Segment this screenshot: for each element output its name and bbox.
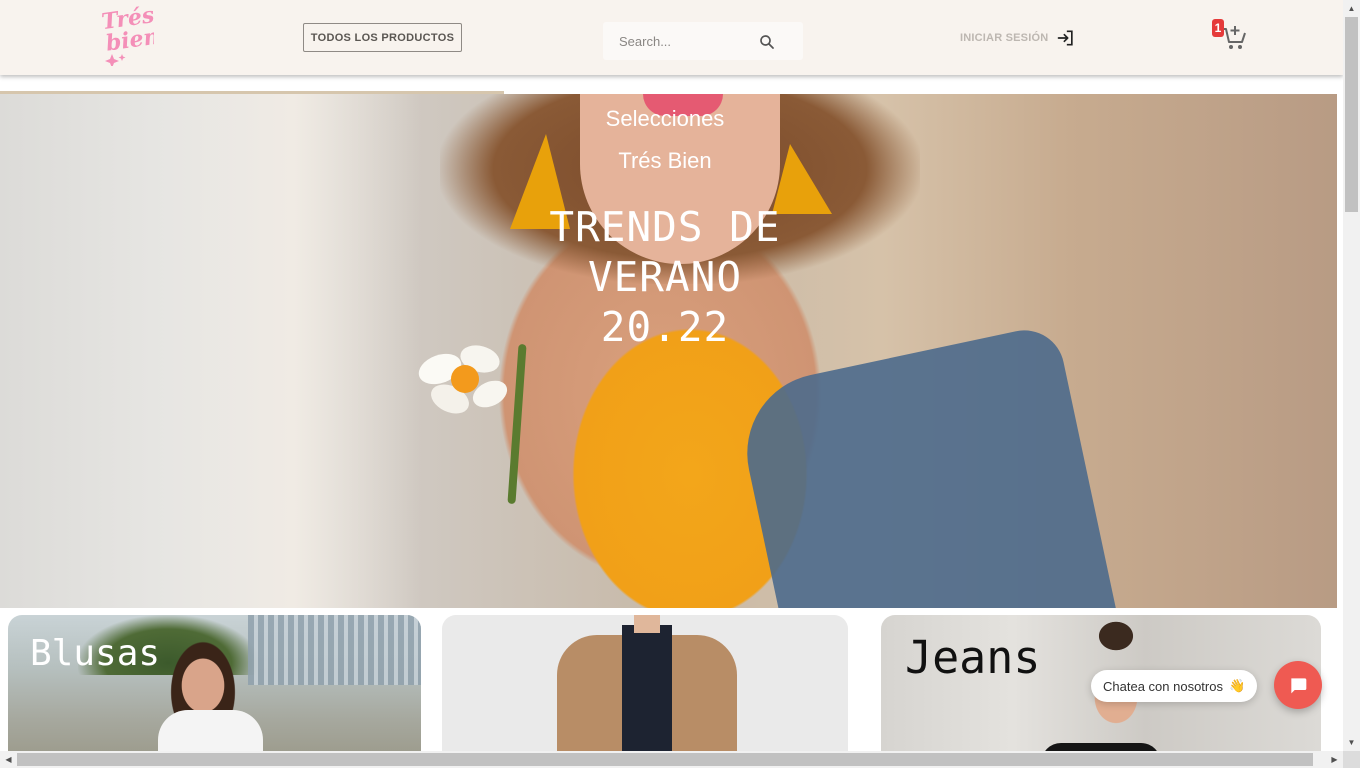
vertical-scrollbar[interactable]: ▲ ▼ <box>1343 0 1360 751</box>
hero-title-line-1: TRENDS DE <box>549 203 781 251</box>
hero-title: TRENDS DE VERANO 20.22 <box>0 202 1330 352</box>
chat-bubble-icon <box>1291 678 1307 694</box>
hero-subtitle-selecciones: Selecciones <box>605 106 725 131</box>
login-arrow-icon <box>1058 30 1074 46</box>
chat-invite-bubble[interactable]: Chatea con nosotros 👋 <box>1091 670 1258 702</box>
hero-title-line-2: VERANO <box>587 253 743 301</box>
search-input[interactable] <box>603 22 753 60</box>
scrollbar-corner <box>1343 751 1360 768</box>
chat-invite-text: Chatea con nosotros <box>1103 678 1223 694</box>
card-image-building <box>248 615 421 685</box>
scroll-left-arrow-icon[interactable]: ◀ <box>0 751 17 768</box>
card-image-neck <box>634 615 660 633</box>
login-link[interactable]: INICIAR SESIÓN <box>960 27 1076 49</box>
login-label: INICIAR SESIÓN <box>960 32 1049 44</box>
hero-subtitle-brand: Trés Bien <box>618 148 712 173</box>
search-icon[interactable] <box>758 33 776 51</box>
horizontal-scroll-thumb[interactable] <box>17 753 1313 766</box>
waving-hand-icon: 👋 <box>1228 678 1246 693</box>
scroll-right-arrow-icon[interactable]: ▶ <box>1326 751 1343 768</box>
site-header: Trés bien TODOS LOS PRODUCTOS INICIAR SE… <box>0 0 1343 75</box>
hero-title-line-3: 20.22 <box>600 303 730 351</box>
hero-denim-jacket <box>732 322 1118 608</box>
category-label: Jeans <box>905 631 1041 684</box>
vertical-scroll-thumb[interactable] <box>1345 17 1358 212</box>
category-card-coats[interactable] <box>442 615 848 765</box>
brand-logo[interactable]: Trés bien <box>98 2 154 66</box>
horizontal-scrollbar[interactable]: ◀ ▶ <box>0 751 1343 768</box>
chat-open-button[interactable] <box>1274 661 1322 709</box>
card-image-sweater <box>622 625 672 765</box>
category-label: Blusas <box>30 633 161 674</box>
page: Trés bien TODOS LOS PRODUCTOS INICIAR SE… <box>0 0 1360 768</box>
cart-count-badge: 1 <box>1212 19 1224 37</box>
category-card-blusas[interactable]: Blusas <box>8 615 421 765</box>
scroll-down-arrow-icon[interactable]: ▼ <box>1343 734 1360 751</box>
cart-plus-icon[interactable] <box>1220 22 1248 52</box>
scroll-up-arrow-icon[interactable]: ▲ <box>1343 0 1360 17</box>
all-products-button[interactable]: TODOS LOS PRODUCTOS <box>303 23 462 52</box>
